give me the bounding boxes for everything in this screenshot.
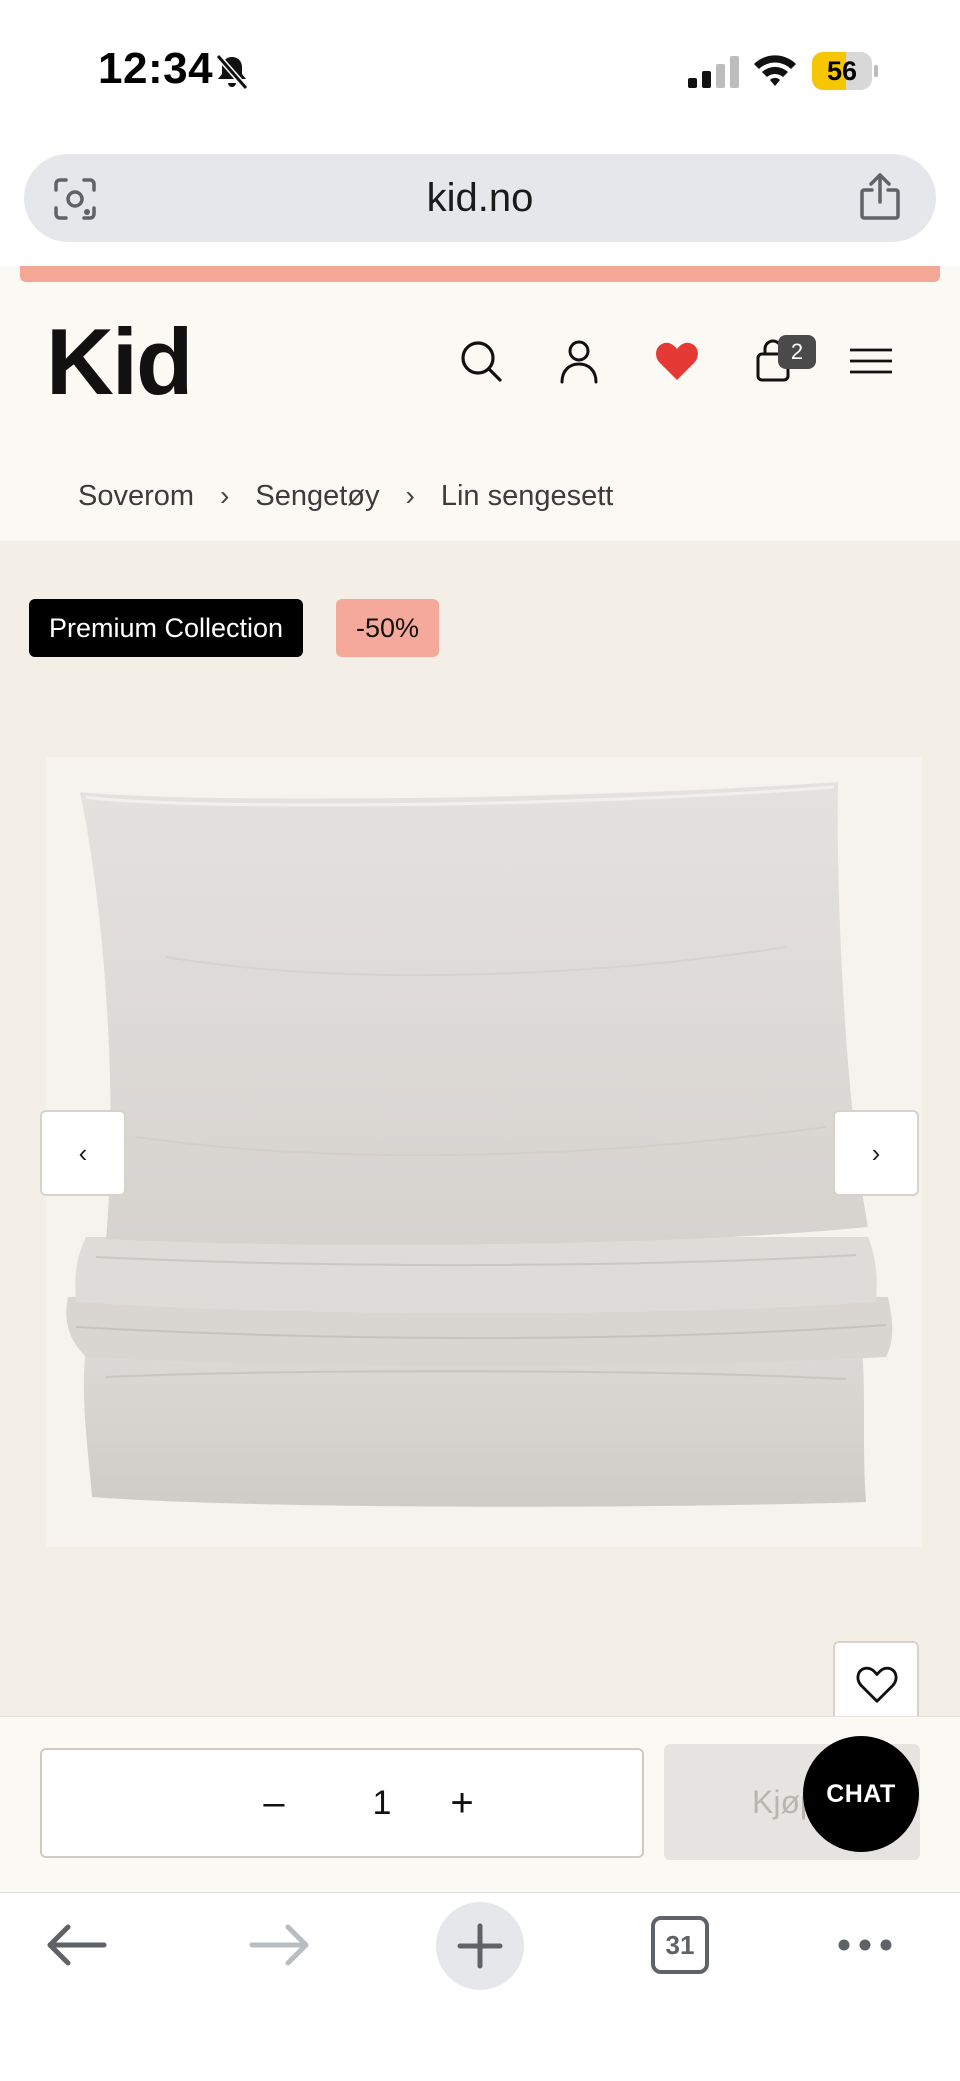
account-icon[interactable] [556, 338, 602, 384]
product-image[interactable] [46, 757, 922, 1547]
quantity-value[interactable]: 1 [352, 1750, 412, 1856]
quantity-stepper: – 1 + [40, 1748, 644, 1858]
discount-badge: -50% [336, 599, 440, 657]
battery-indicator: 56 [812, 52, 878, 90]
gallery-prev-button[interactable]: ‹ [40, 1110, 126, 1196]
cart-count-badge: 2 [778, 335, 816, 369]
status-time: 12:34 [98, 44, 214, 93]
battery-level: 56 [826, 56, 858, 86]
cellular-signal-icon [688, 56, 739, 88]
address-bar[interactable]: kid.no [24, 154, 936, 242]
breadcrumb-item-current: Lin sengesett [440, 479, 614, 512]
heart-outline-icon [856, 1666, 898, 1703]
breadcrumb-item-sengetoy[interactable]: Sengetøy [255, 480, 379, 513]
quantity-increase-button[interactable]: + [432, 1750, 492, 1856]
menu-icon[interactable] [848, 338, 894, 384]
tab-switcher-button[interactable]: 31 [651, 1916, 709, 1974]
collection-badge: Premium Collection [29, 599, 304, 657]
site-logo[interactable]: Kid [46, 312, 193, 412]
bell-off-icon [215, 54, 249, 90]
url-text[interactable]: kid.no [24, 154, 936, 242]
promo-strip[interactable] [20, 266, 940, 282]
forward-arrow-icon[interactable] [244, 1920, 314, 1970]
breadcrumb-separator: › [405, 480, 415, 511]
search-icon[interactable] [458, 338, 504, 384]
new-tab-button[interactable] [436, 1902, 524, 1990]
back-arrow-icon[interactable] [42, 1920, 112, 1970]
more-options-icon[interactable] [830, 1920, 900, 1970]
breadcrumb: Soverom › Sengetøy › Lin sengesett [78, 474, 613, 518]
plus-icon [457, 1923, 503, 1969]
wishlist-heart-icon[interactable] [654, 338, 700, 384]
breadcrumb-separator: › [220, 480, 230, 511]
battery-body: 56 [812, 52, 872, 90]
quantity-decrease-button[interactable]: – [244, 1750, 304, 1856]
battery-tip [874, 65, 878, 77]
share-icon[interactable] [858, 172, 902, 222]
wifi-icon [754, 55, 796, 86]
breadcrumb-item-soverom[interactable]: Soverom [78, 480, 194, 513]
add-to-wishlist-button[interactable] [833, 1641, 919, 1727]
chat-button[interactable]: CHAT [803, 1736, 919, 1852]
status-bar: 12:34 56 [0, 0, 960, 140]
gallery-next-button[interactable]: › [833, 1110, 919, 1196]
page: 12:34 56 kid.no Kid 2 Soverom › Sengetøy… [0, 0, 960, 2081]
